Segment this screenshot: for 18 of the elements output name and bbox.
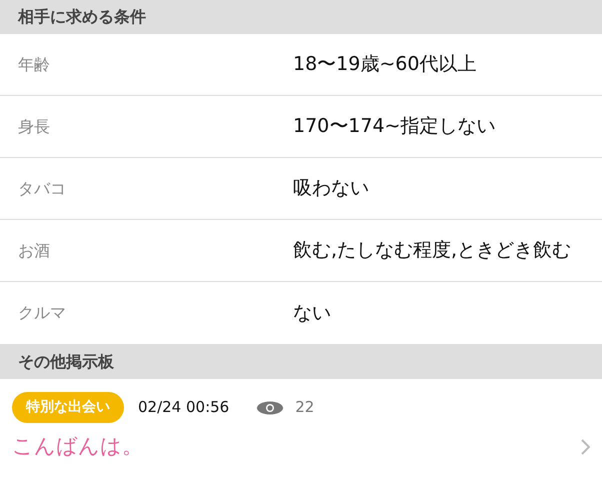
condition-value: 170〜174~指定しない bbox=[293, 114, 496, 140]
section-header: その他掲示板 bbox=[0, 344, 602, 379]
condition-label: クルマ bbox=[17, 302, 67, 324]
condition-label: 身長 bbox=[17, 116, 51, 138]
condition-label: お酒 bbox=[17, 240, 51, 262]
condition-value: 吸わない bbox=[293, 176, 369, 202]
condition-value: 18〜19歳~60代以上 bbox=[293, 52, 476, 78]
post-message: こんばんは。 bbox=[12, 433, 143, 460]
post-date: 02/24 00:56 bbox=[138, 397, 230, 418]
eye-icon bbox=[257, 400, 284, 414]
chevron-icon[interactable] bbox=[581, 438, 590, 455]
condition-label: 年齢 bbox=[17, 54, 51, 76]
condition-value: 飲む,たしなむ程度,ときどき飲む bbox=[293, 238, 572, 264]
section-header: 相手に求める条件 bbox=[0, 0, 602, 34]
condition-value: ない bbox=[293, 300, 331, 326]
condition-label: タバコ bbox=[17, 178, 67, 200]
view-count: 22 bbox=[295, 397, 314, 418]
category-tag: 特別な出会い bbox=[12, 392, 124, 423]
